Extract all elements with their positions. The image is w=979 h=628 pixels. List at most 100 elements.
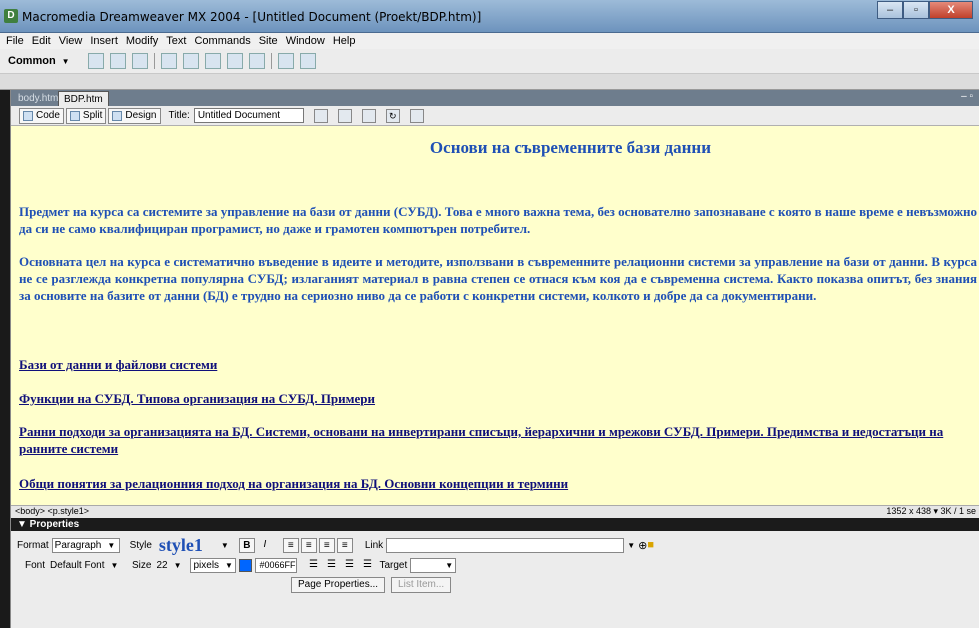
chevron-down-icon[interactable]: ▼	[627, 541, 635, 550]
style-label: Style	[129, 539, 152, 551]
dreamweaver-icon: D	[4, 9, 18, 23]
email-link-icon[interactable]	[109, 53, 126, 69]
window-size-info[interactable]: 1352 x 438 ▾ 3K / 1 se	[886, 506, 976, 518]
image-icon[interactable]	[182, 53, 199, 69]
split-view-button[interactable]: Split	[65, 107, 107, 124]
menu-text[interactable]: Text	[162, 35, 190, 47]
justify-icon[interactable]: ≡	[336, 537, 353, 553]
folder-icon[interactable]: ■	[647, 539, 654, 551]
menu-file[interactable]: File	[2, 35, 28, 47]
window-controls: – ▫ X	[877, 1, 973, 19]
comment-icon[interactable]	[248, 53, 265, 69]
menu-view[interactable]: View	[55, 35, 87, 47]
minimize-button[interactable]: –	[877, 1, 903, 19]
browser-check-icon[interactable]	[337, 108, 352, 123]
unordered-list-icon[interactable]: ☰	[305, 558, 321, 573]
templates-icon[interactable]	[277, 53, 294, 69]
hyperlink-icon[interactable]	[87, 53, 104, 69]
menu-window[interactable]: Window	[282, 35, 329, 47]
menu-modify[interactable]: Modify	[122, 35, 162, 47]
insert-toolbar: Common ▼	[0, 49, 979, 74]
format-select[interactable]: Paragraph ▼	[51, 537, 120, 553]
toolbar-divider	[153, 53, 155, 69]
format-label: Format	[17, 539, 49, 551]
menu-edit[interactable]: Edit	[28, 35, 55, 47]
chevron-down-icon[interactable]: ▼	[221, 541, 229, 550]
chevron-down-icon: ▼	[173, 560, 182, 570]
insert-category-label: Common	[8, 55, 56, 67]
ordered-list-icon[interactable]: ☰	[323, 558, 339, 573]
align-right-icon[interactable]: ≡	[318, 537, 335, 553]
insert-category-dropdown[interactable]: Common ▼	[8, 55, 70, 67]
document-tabs: body.htm BDP.htm – ▫	[11, 90, 979, 106]
menu-commands[interactable]: Commands	[190, 35, 254, 47]
font-select[interactable]: Default Font ▼	[48, 558, 124, 573]
topic-link-3[interactable]: Ранни подходи за организацията на БД. Си…	[19, 423, 977, 457]
design-view[interactable]: Основи на съвременните бази данни Предме…	[11, 126, 979, 505]
menu-site[interactable]: Site	[255, 35, 282, 47]
goal-paragraph: Основната цел на курса е систематично въ…	[19, 254, 977, 303]
title-bar: D Macromedia Dreamweaver MX 2004 - [Unti…	[0, 0, 979, 33]
tab-body-htm[interactable]: body.htm	[13, 91, 63, 106]
document-title-input[interactable]: Untitled Document	[193, 108, 304, 123]
intro-paragraph: Предмет на курса са системите за управле…	[19, 204, 977, 236]
point-to-file-icon[interactable]: ⊕	[638, 539, 647, 552]
media-icon[interactable]	[204, 53, 221, 69]
tab-bdp-htm[interactable]: BDP.htm	[58, 91, 109, 106]
close-button[interactable]: X	[929, 1, 973, 19]
title-label: Title:	[168, 110, 190, 121]
view-options-icon[interactable]	[409, 108, 424, 123]
menu-help[interactable]: Help	[329, 35, 360, 47]
align-left-icon[interactable]: ≡	[282, 537, 299, 553]
properties-row-3: Page Properties... List Item...	[291, 576, 452, 594]
font-value: Default Font	[50, 559, 105, 571]
style-value[interactable]: style1	[159, 535, 203, 556]
date-icon[interactable]	[226, 53, 243, 69]
code-view-icon	[23, 110, 33, 121]
maximize-button[interactable]: ▫	[903, 1, 929, 19]
document-toolbar: Code Split Design Title: Untitled Docume…	[11, 106, 979, 126]
bold-button[interactable]: B	[238, 537, 255, 553]
italic-button[interactable]: I	[257, 538, 273, 553]
size-select[interactable]: 22 ▼	[154, 558, 190, 573]
design-view-button[interactable]: Design	[108, 107, 161, 124]
text-color-swatch[interactable]	[239, 558, 253, 572]
indent-icon[interactable]: ☰	[359, 558, 375, 573]
unit-select[interactable]: pixels ▼	[190, 557, 237, 573]
preview-browser-icon[interactable]	[361, 108, 376, 123]
file-management-icon[interactable]	[313, 108, 328, 123]
properties-header[interactable]: ▼ Properties	[11, 518, 979, 531]
refresh-icon[interactable]: ↻	[385, 108, 400, 123]
target-select[interactable]: ▼	[410, 557, 457, 573]
properties-row-2: Font Default Font ▼ Size 22 ▼ pixels ▼ #006…	[25, 556, 457, 574]
list-item-button[interactable]: List Item...	[391, 577, 452, 593]
status-bar: <body> <p.style1> 1352 x 438 ▾ 3K / 1 se	[11, 505, 979, 518]
code-view-button[interactable]: Code	[19, 107, 64, 124]
menu-insert[interactable]: Insert	[86, 35, 122, 47]
format-value: Paragraph	[54, 539, 102, 551]
topic-link-1[interactable]: Бази от данни и файлови системи	[19, 356, 977, 373]
named-anchor-icon[interactable]	[131, 53, 148, 69]
target-label: Target	[379, 559, 408, 571]
tag-chooser-icon[interactable]	[299, 53, 316, 69]
window-title: Macromedia Dreamweaver MX 2004 - [Untitl…	[22, 10, 482, 24]
text-color-input[interactable]: #0066FF	[255, 557, 298, 573]
topic-link-2[interactable]: Функции на СУБД. Типова организация на С…	[19, 390, 977, 407]
chevron-down-icon: ▼	[61, 57, 70, 66]
page-heading: Основи на съвременните бази данни	[429, 138, 711, 157]
table-icon[interactable]	[160, 53, 177, 69]
properties-panel: ▼ Properties Format Paragraph ▼ Style sty…	[10, 518, 979, 628]
topic-link-4[interactable]: Общи понятия за релационния подход на ор…	[19, 475, 977, 492]
page-properties-button[interactable]: Page Properties...	[291, 577, 386, 593]
panel-gutter	[0, 74, 979, 90]
size-value: 22	[156, 559, 168, 571]
chevron-down-icon: ▼	[225, 560, 233, 570]
chevron-down-icon: ▼	[110, 560, 119, 570]
align-center-icon[interactable]: ≡	[300, 537, 317, 553]
tag-selector[interactable]: <body> <p.style1>	[15, 506, 89, 518]
link-input[interactable]	[386, 537, 625, 553]
outdent-icon[interactable]: ☰	[341, 558, 357, 573]
design-view-label: Design	[125, 110, 157, 121]
document-restore-icon[interactable]: – ▫	[961, 91, 973, 102]
code-view-label: Code	[36, 110, 60, 121]
